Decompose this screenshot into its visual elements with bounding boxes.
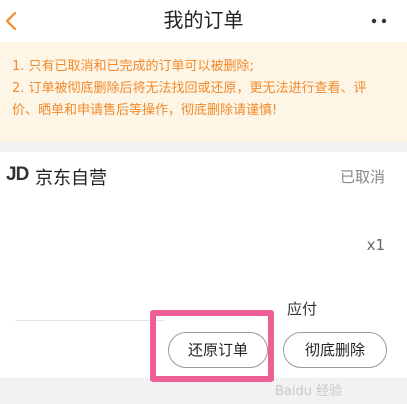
item-quantity: x1 <box>366 236 385 254</box>
notice-line-1: 1. 只有已取消和已完成的订单可以被删除; <box>12 59 254 74</box>
notice-line-3: 价、晒单和申请售后等操作，彻底删除请谨慎! <box>12 103 278 118</box>
highlight-box <box>150 310 274 382</box>
page-title: 我的订单 <box>163 8 244 32</box>
more-dots-icon[interactable] <box>370 18 390 24</box>
watermark: Baidu 经验 <box>275 384 343 399</box>
store-name[interactable]: 京东自营 <box>35 164 107 190</box>
payable-label: 应付 <box>287 300 318 318</box>
delete-permanently-button[interactable]: 彻底删除 <box>283 332 387 368</box>
notice-line-2: 2. 订单被彻底删除后将无法找回或还原，更无法进行查看、评 <box>12 81 367 96</box>
header-bar: 我的订单 <box>0 0 407 42</box>
divider <box>15 320 165 321</box>
jd-logo: JD <box>6 164 29 185</box>
order-status: 已取消 <box>339 168 385 186</box>
delete-notice: 1. 只有已取消和已完成的订单可以被删除; 2. 订单被彻底删除后将无法找回或还… <box>0 42 407 142</box>
